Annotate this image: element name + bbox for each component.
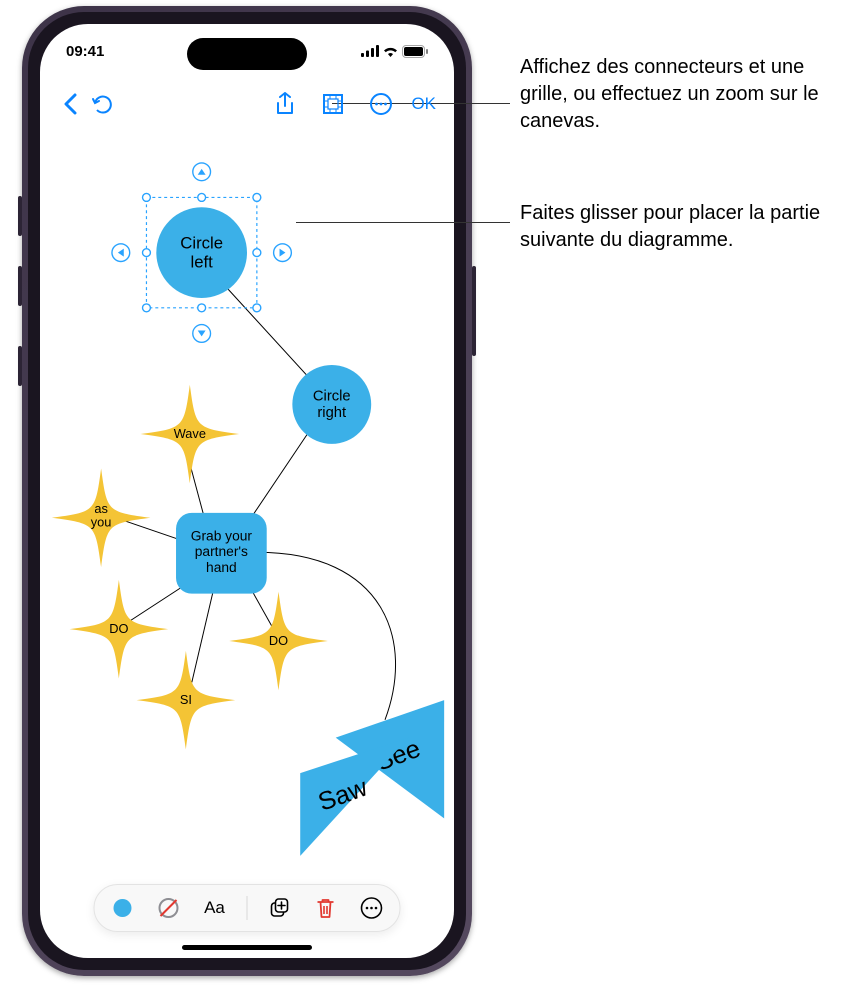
callout-drag: Faites glisser pour placer la partie sui… [520,200,840,254]
undo-button[interactable] [86,88,118,120]
delete-button[interactable] [312,894,340,922]
label-do1: DO [109,621,128,636]
diagram-canvas[interactable]: Wave asyou DO SI DO Grab yourpartner'sha… [40,128,454,878]
no-stroke-button[interactable] [155,894,183,922]
battery-icon [402,45,428,58]
cellular-icon [361,45,379,57]
back-button[interactable] [54,88,86,120]
dynamic-island [187,38,307,70]
label-si: SI [180,692,192,707]
home-indicator [182,945,312,950]
font-button[interactable]: Aa [201,894,229,922]
fill-color-button[interactable] [109,894,137,922]
more-options-button[interactable] [358,894,386,922]
wifi-icon [382,45,399,57]
grid-button[interactable] [317,88,349,120]
phone-screen: 09:41 OK [40,24,454,958]
separator [247,896,248,920]
callout-line-2 [296,222,510,223]
connectors [116,286,396,720]
status-time: 09:41 [66,43,104,60]
label-do2: DO [269,633,288,648]
shape-saw[interactable]: Saw [300,738,408,856]
callout-grid: Affichez des connecteurs et une grille, … [520,54,840,135]
label-circle-right: Circleright [313,388,351,421]
top-toolbar: OK [40,84,454,124]
duplicate-button[interactable] [266,894,294,922]
iphone-frame: 09:41 OK [22,6,472,976]
more-button[interactable] [365,88,397,120]
label-wave: Wave [174,426,206,441]
share-button[interactable] [269,88,301,120]
bottom-toolbar: Aa [94,884,401,932]
done-button[interactable]: OK [407,94,440,114]
